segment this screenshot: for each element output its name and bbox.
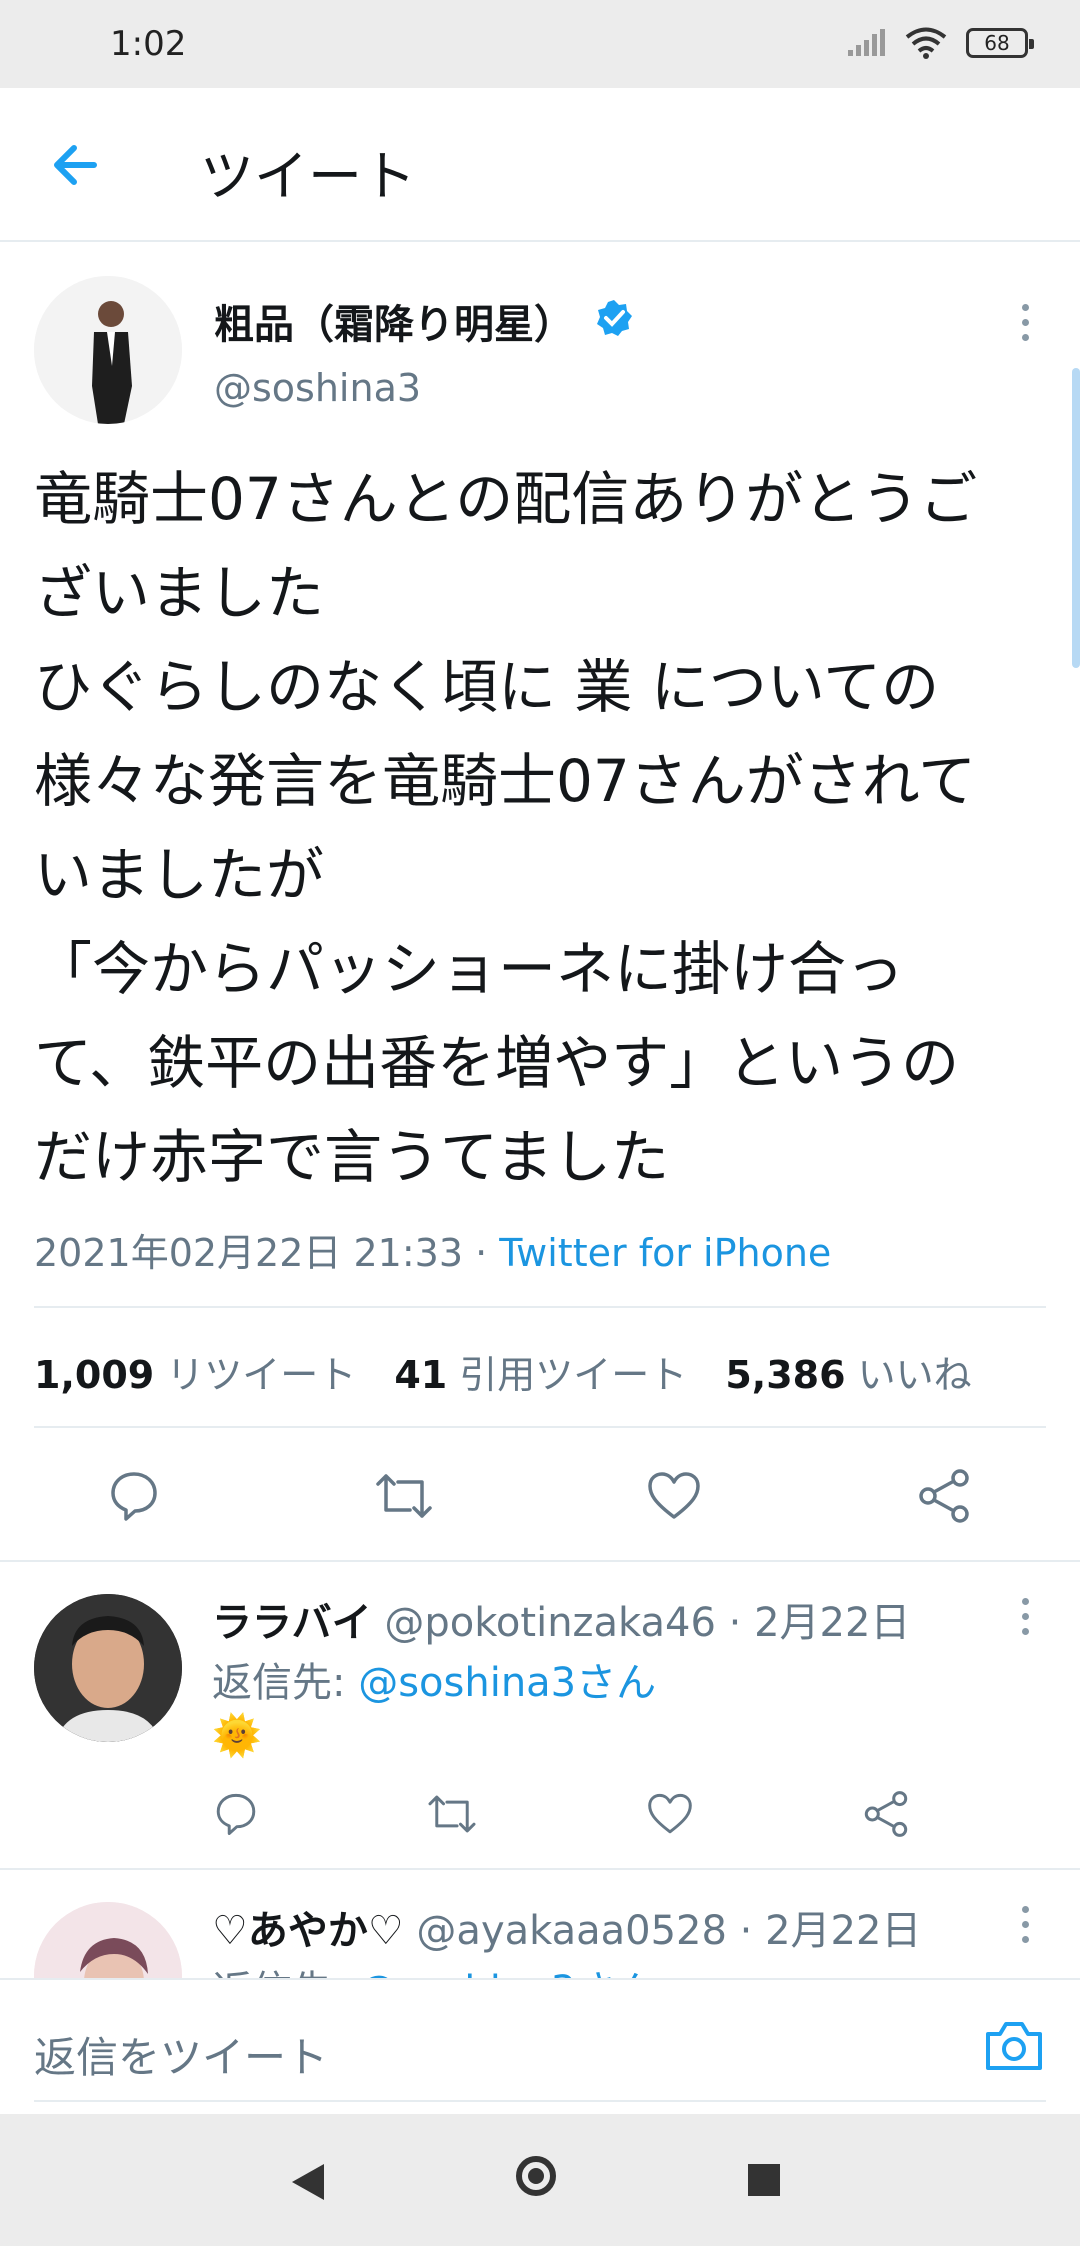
wifi-icon bbox=[905, 27, 947, 59]
battery-icon: 68 bbox=[966, 28, 1034, 58]
reply-handle-date: @pokotinzaka46 · 2月22日 bbox=[371, 1600, 911, 1646]
author-name[interactable]: 粗品（霜降り明星） bbox=[214, 292, 574, 350]
tweet-text-line: ひぐらしのなく頃に 業 についての bbox=[34, 653, 940, 721]
timestamp: 2021年02月22日 21:33 · bbox=[34, 1231, 500, 1275]
retweet-label: リツイート bbox=[166, 1353, 357, 1397]
retweet-icon[interactable] bbox=[374, 1470, 434, 1522]
reply-header: ♡あやか♡ @ayakaaa0528 · 2月22日 bbox=[212, 1898, 921, 1956]
tweet-text-line: て、鉄平の出番を増やす」というの bbox=[34, 1029, 960, 1097]
like-heart-icon[interactable] bbox=[646, 1470, 702, 1522]
reply-to-label: 返信先: bbox=[212, 1660, 359, 1706]
reply-header: ララバイ @pokotinzaka46 · 2月22日 bbox=[212, 1590, 910, 1648]
camera-icon[interactable] bbox=[984, 2018, 1044, 2074]
divider bbox=[34, 2100, 1046, 2102]
divider bbox=[34, 1426, 1046, 1428]
reply-icon[interactable] bbox=[214, 1792, 258, 1836]
page-title: ツイート bbox=[200, 145, 416, 208]
nav-home-icon[interactable] bbox=[516, 2156, 556, 2196]
retweet-icon[interactable] bbox=[426, 1792, 478, 1836]
divider bbox=[0, 1560, 1080, 1562]
verified-badge-icon bbox=[597, 300, 632, 336]
reply-icon[interactable] bbox=[108, 1470, 160, 1522]
author-handle[interactable]: @soshina3 bbox=[214, 366, 421, 410]
more-options-icon[interactable] bbox=[1018, 1598, 1032, 1638]
reply-to: 返信先: @soshina3さん bbox=[212, 1650, 656, 1708]
status-time: 1:02 bbox=[110, 24, 187, 64]
nav-back-icon[interactable] bbox=[292, 2164, 324, 2200]
retweet-count-link[interactable]: 1,009 リツイート bbox=[34, 1344, 356, 1399]
system-nav-bar bbox=[0, 2114, 1080, 2246]
avatar-image bbox=[34, 1594, 182, 1742]
tweet-stats: 1,009 リツイート 41 引用ツイート 5,386 いいね bbox=[34, 1344, 1010, 1399]
more-options-icon[interactable] bbox=[1018, 1906, 1032, 1946]
nav-recents-icon[interactable] bbox=[748, 2164, 780, 2196]
avatar[interactable] bbox=[34, 1594, 182, 1742]
tweet-text-line: 「今からパッショーネに掛け合っ bbox=[34, 935, 905, 1003]
share-icon[interactable] bbox=[862, 1790, 910, 1838]
top-bar: ツイート bbox=[0, 88, 1080, 242]
reply-author-name[interactable]: ♡あやか♡ bbox=[212, 1908, 404, 1954]
status-bar: 1:02 68 bbox=[0, 0, 1080, 88]
reply-text: 🌞 bbox=[212, 1713, 262, 1759]
quote-count-link[interactable]: 41 引用ツイート bbox=[394, 1344, 687, 1399]
share-icon[interactable] bbox=[916, 1468, 972, 1524]
divider bbox=[0, 1868, 1080, 1870]
quote-count: 41 bbox=[394, 1353, 448, 1397]
divider bbox=[34, 1306, 1046, 1308]
tweet-text: 竜騎士07さんとの配信ありがとうご ざいました ひぐらしのなく頃に 業 について… bbox=[34, 452, 1044, 1204]
like-count-link[interactable]: 5,386 いいね bbox=[725, 1344, 971, 1399]
tweet-text-line: いましたが bbox=[34, 841, 325, 909]
reply-input[interactable]: 返信をツイート bbox=[34, 2024, 328, 2085]
retweet-count: 1,009 bbox=[34, 1353, 155, 1397]
avatar[interactable] bbox=[34, 276, 182, 424]
tweet-text-line: 竜騎士07さんとの配信ありがとうご bbox=[34, 465, 978, 533]
tweet-text-line: ざいました bbox=[34, 559, 325, 627]
reply-to-handle[interactable]: @soshina3さん bbox=[358, 1660, 656, 1706]
tweet-text-line: 様々な発言を竜騎士07さんがされて bbox=[34, 747, 977, 815]
source-link[interactable]: Twitter for iPhone bbox=[499, 1231, 831, 1275]
reply-author-name[interactable]: ララバイ bbox=[212, 1600, 372, 1646]
quote-label: 引用ツイート bbox=[459, 1353, 688, 1397]
tweet-text-line: だけ赤字で言うてました bbox=[34, 1123, 670, 1191]
reply-handle-date: @ayakaaa0528 · 2月22日 bbox=[403, 1908, 922, 1954]
like-label: いいね bbox=[857, 1353, 972, 1397]
tweet-meta: 2021年02月22日 21:33 · Twitter for iPhone bbox=[34, 1222, 831, 1277]
reply-compose-bar[interactable]: 返信をツイート bbox=[0, 1978, 1080, 2116]
status-icons: 68 bbox=[846, 26, 1034, 60]
back-arrow-icon[interactable] bbox=[44, 132, 110, 198]
like-heart-icon[interactable] bbox=[646, 1792, 694, 1836]
signal-icon bbox=[848, 29, 885, 56]
avatar-image bbox=[34, 276, 182, 424]
scrollbar[interactable] bbox=[1072, 368, 1080, 668]
more-options-icon[interactable] bbox=[1018, 304, 1032, 344]
like-count: 5,386 bbox=[725, 1353, 846, 1397]
